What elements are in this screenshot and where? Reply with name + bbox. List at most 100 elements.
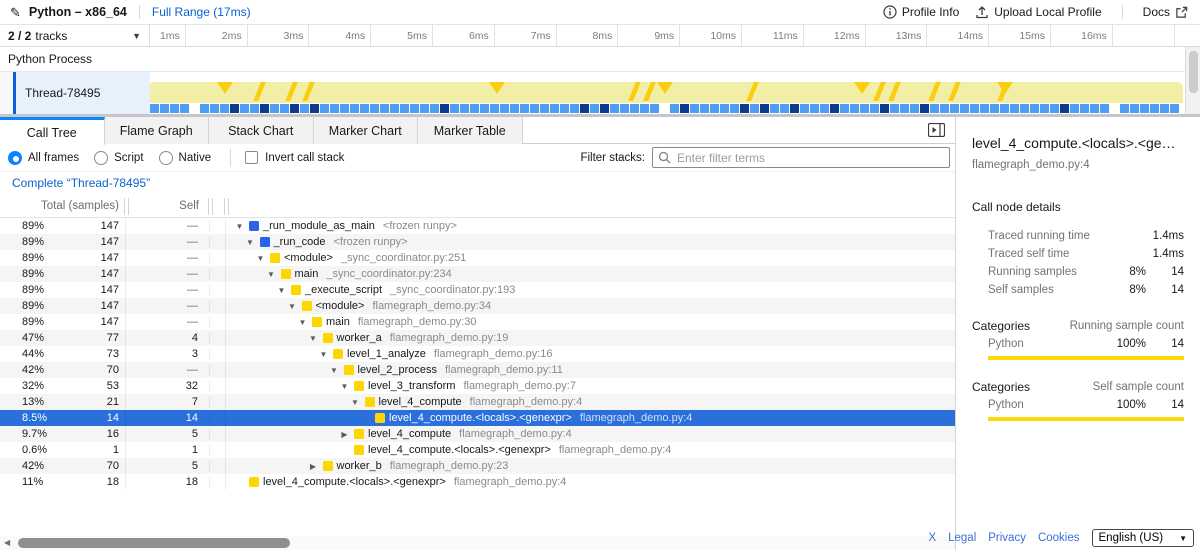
sample-cell xyxy=(150,104,159,113)
radio-all-frames[interactable] xyxy=(8,151,22,165)
collapse-arrow-icon[interactable]: ▼ xyxy=(288,302,297,311)
call-tree-row[interactable]: 9.7%165▶level_4_computeflamegraph_demo.p… xyxy=(0,426,955,442)
collapse-arrow-icon[interactable]: ▼ xyxy=(330,366,339,375)
call-tree-row[interactable]: 8.5%1414level_4_compute.<locals>.<genexp… xyxy=(0,410,955,426)
tab-call-tree[interactable]: Call Tree xyxy=(0,117,105,145)
timeline-vertical-scrollbar[interactable] xyxy=(1185,47,1200,114)
tab-flame-graph[interactable]: Flame Graph xyxy=(105,117,210,144)
upload-profile-button[interactable]: Upload Local Profile xyxy=(975,5,1101,19)
expand-arrow-icon[interactable]: ▶ xyxy=(340,430,349,439)
collapse-arrow-icon[interactable]: ▼ xyxy=(277,286,286,295)
filter-stacks-input[interactable] xyxy=(652,147,950,168)
radio-label-all-frames[interactable]: All frames xyxy=(28,152,79,164)
frame-filter-radios: All frames Script Native xyxy=(8,151,226,165)
footer-link-x[interactable]: X xyxy=(928,532,936,544)
invert-call-stack-checkbox[interactable] xyxy=(245,151,258,164)
call-tree-row[interactable]: 89%147—▼_run_module_as_main<frozen runpy… xyxy=(0,218,955,234)
radio-label-native[interactable]: Native xyxy=(179,152,212,164)
breadcrumb-complete-thread[interactable]: Complete “Thread-78495” xyxy=(12,176,150,190)
source-location: flamegraph_demo.py:19 xyxy=(390,332,509,344)
thread-track-row[interactable]: Thread-78495 xyxy=(0,72,1200,114)
tab-stack-chart[interactable]: Stack Chart xyxy=(209,117,314,144)
call-tree-row[interactable]: 89%147—▼_execute_script_sync_coordinator… xyxy=(0,282,955,298)
sample-cell xyxy=(240,104,249,113)
scrollbar-thumb[interactable] xyxy=(1189,51,1198,93)
function-name: _run_module_as_main xyxy=(263,220,375,232)
call-tree-row[interactable]: 89%147—▼_run_code<frozen runpy> xyxy=(0,234,955,250)
category-color-box xyxy=(323,333,333,343)
horizontal-scrollbar[interactable]: ◀ xyxy=(0,536,955,550)
call-tree-header: Total (samples) Self xyxy=(0,195,955,218)
total-cell: 11%18 xyxy=(0,474,126,490)
collapse-arrow-icon[interactable]: ▼ xyxy=(298,318,307,327)
scroll-left-arrow-icon[interactable]: ◀ xyxy=(4,538,10,547)
sample-cell xyxy=(180,104,189,113)
total-percent: 89% xyxy=(22,220,44,232)
language-select[interactable]: English (US) ▼ xyxy=(1092,529,1194,547)
column-divider[interactable] xyxy=(224,198,229,215)
sidebar-toggle-icon[interactable] xyxy=(928,123,945,137)
total-samples: 77 xyxy=(107,332,119,344)
scrollbar-thumb[interactable] xyxy=(18,538,290,548)
call-tree-row[interactable]: 32%5332▼level_3_transformflamegraph_demo… xyxy=(0,378,955,394)
sample-cell xyxy=(860,104,869,113)
chevron-down-icon[interactable]: ▼ xyxy=(132,31,141,41)
radio-native[interactable] xyxy=(159,151,173,165)
collapse-arrow-icon[interactable]: ▼ xyxy=(256,254,265,263)
profile-info-button[interactable]: Profile Info xyxy=(883,5,959,19)
selected-track-accent-bar xyxy=(13,72,16,114)
call-tree-rows: 89%147—▼_run_module_as_main<frozen runpy… xyxy=(0,218,955,490)
tab-marker-chart[interactable]: Marker Chart xyxy=(314,117,419,144)
radio-script[interactable] xyxy=(94,151,108,165)
call-tree-row[interactable]: 44%733▼level_1_analyzeflamegraph_demo.py… xyxy=(0,346,955,362)
edit-pencil-icon[interactable]: ✎ xyxy=(10,6,21,19)
sample-cell xyxy=(850,104,859,113)
total-samples: 147 xyxy=(101,300,119,312)
docs-button[interactable]: Docs xyxy=(1143,5,1188,19)
full-range-button[interactable]: Full Range (17ms) xyxy=(152,5,251,19)
collapse-arrow-icon[interactable]: ▼ xyxy=(340,382,349,391)
call-tree-row[interactable]: 42%70—▼level_2_processflamegraph_demo.py… xyxy=(0,362,955,378)
thread-activity-graph[interactable] xyxy=(150,72,1183,114)
call-tree-row[interactable]: 89%147—▼<module>_sync_coordinator.py:251 xyxy=(0,250,955,266)
footer-link-cookies[interactable]: Cookies xyxy=(1038,532,1080,544)
call-tree-row[interactable]: 47%774▼worker_aflamegraph_demo.py:19 xyxy=(0,330,955,346)
radio-label-script[interactable]: Script xyxy=(114,152,143,164)
collapse-arrow-icon[interactable]: ▼ xyxy=(351,398,360,407)
invert-call-stack-label[interactable]: Invert call stack xyxy=(265,152,344,164)
sample-cell xyxy=(840,104,849,113)
column-header-self[interactable]: Self xyxy=(126,200,210,212)
call-tree-row[interactable]: 11%1818level_4_compute.<locals>.<genexpr… xyxy=(0,474,955,490)
source-location: flamegraph_demo.py:4 xyxy=(470,396,583,408)
sample-strip xyxy=(150,104,1183,113)
column-divider[interactable] xyxy=(124,198,129,215)
total-cell: 42%70 xyxy=(0,362,126,378)
detail-value: 14 xyxy=(1146,266,1184,278)
call-tree-row[interactable]: 89%147—▼main_sync_coordinator.py:234 xyxy=(0,266,955,282)
call-tree-row[interactable]: 89%147—▼mainflamegraph_demo.py:30 xyxy=(0,314,955,330)
collapse-arrow-icon[interactable]: ▼ xyxy=(267,270,276,279)
footer-link-privacy[interactable]: Privacy xyxy=(988,532,1026,544)
expand-arrow-icon[interactable]: ▶ xyxy=(309,462,318,471)
process-track-row[interactable]: Python Process xyxy=(0,47,1200,72)
sample-cell xyxy=(230,104,239,113)
categories-title: Categories xyxy=(972,380,1093,394)
column-divider[interactable] xyxy=(208,198,213,215)
column-header-total[interactable]: Total (samples) xyxy=(0,200,126,212)
tracks-count: 2 / 2 xyxy=(8,29,31,43)
tab-marker-table[interactable]: Marker Table xyxy=(418,117,523,144)
collapse-arrow-icon[interactable]: ▼ xyxy=(235,222,244,231)
profile-title[interactable]: Python – x86_64 xyxy=(29,5,127,19)
thread-track-label-box[interactable]: Thread-78495 xyxy=(0,72,150,114)
tracks-dropdown-control[interactable]: 2 / 2 tracks ▼ xyxy=(0,25,150,47)
call-tree-row[interactable]: 13%217▼level_4_computeflamegraph_demo.py… xyxy=(0,394,955,410)
sample-cell xyxy=(1160,104,1169,113)
collapse-arrow-icon[interactable]: ▼ xyxy=(319,350,328,359)
call-tree-row[interactable]: 42%705▶worker_bflamegraph_demo.py:23 xyxy=(0,458,955,474)
call-tree-row[interactable]: 89%147—▼<module>flamegraph_demo.py:34 xyxy=(0,298,955,314)
footer-link-legal[interactable]: Legal xyxy=(948,532,976,544)
collapse-arrow-icon[interactable]: ▼ xyxy=(246,238,255,247)
collapse-arrow-icon[interactable]: ▼ xyxy=(309,334,318,343)
total-percent: 11% xyxy=(22,476,43,488)
call-tree-row[interactable]: 0.6%11level_4_compute.<locals>.<genexpr>… xyxy=(0,442,955,458)
